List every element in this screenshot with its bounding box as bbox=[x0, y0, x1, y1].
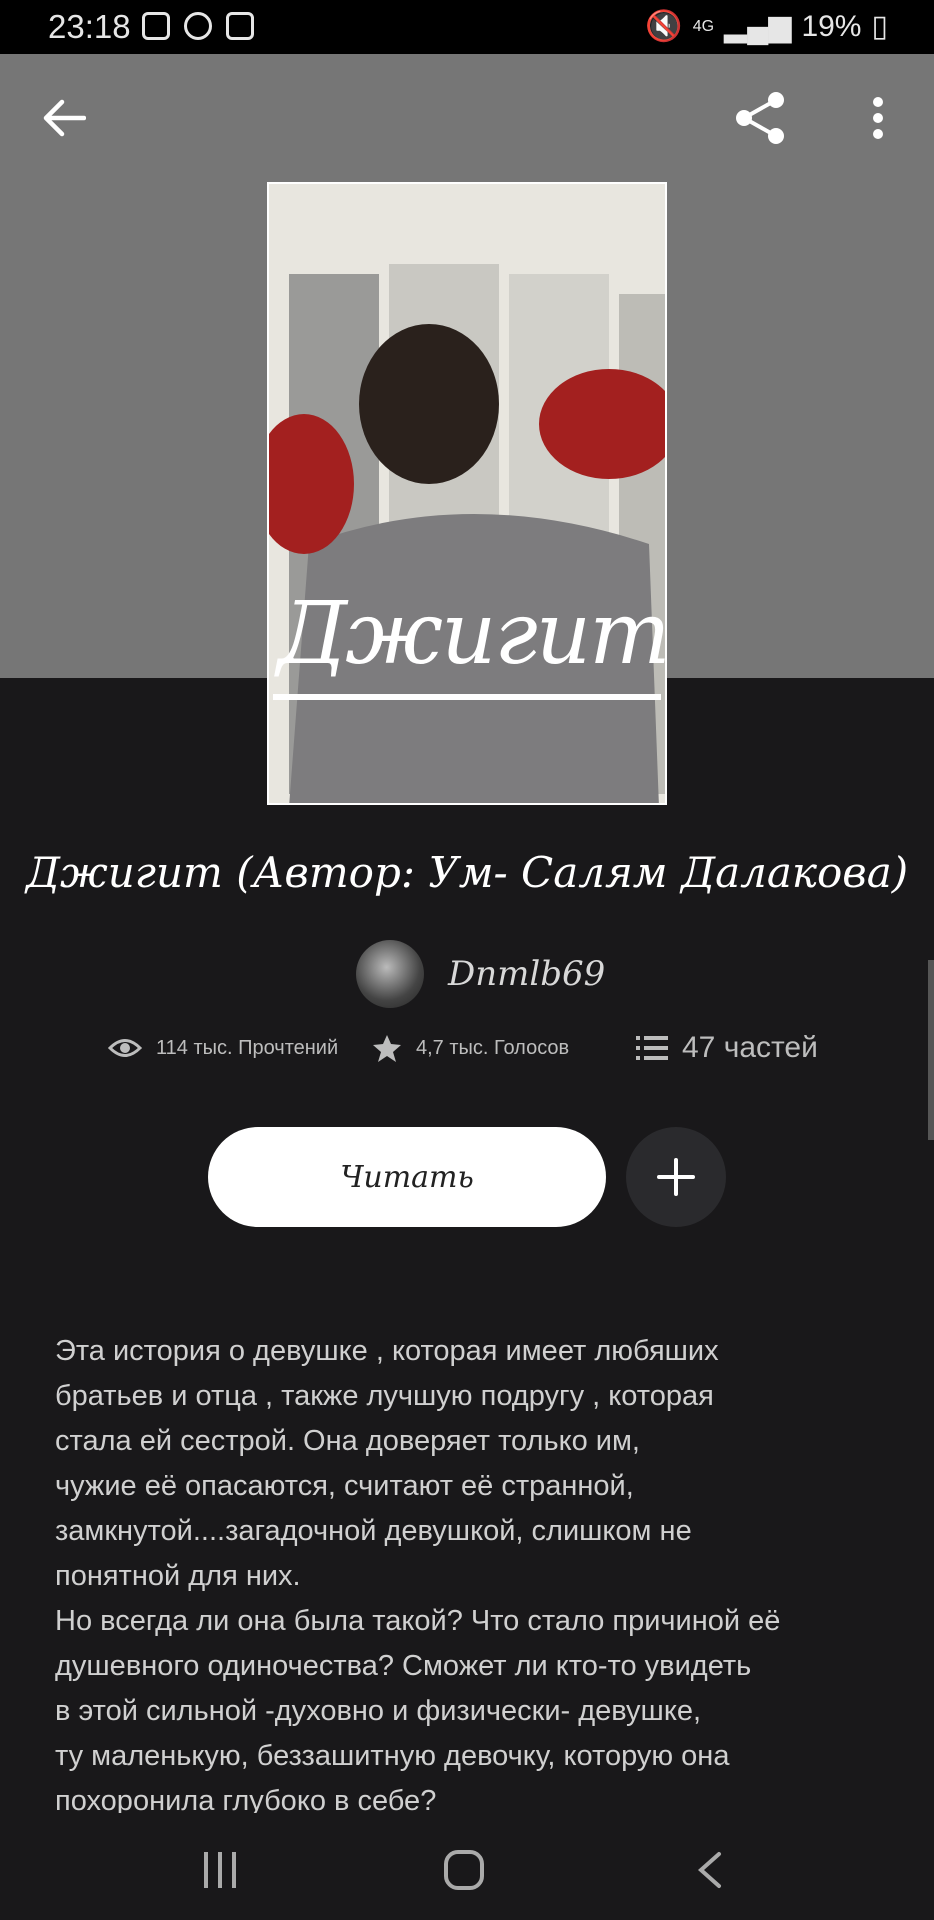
read-button[interactable]: Читать bbox=[208, 1127, 606, 1227]
description-line: Эта история о девушке , которая имеет лю… bbox=[55, 1335, 719, 1367]
parts-stat[interactable]: 47 частей bbox=[636, 1031, 818, 1065]
parts-count[interactable]: 47 частей bbox=[682, 1031, 818, 1065]
votes-count: 4,7 тыс. Голосов bbox=[416, 1036, 570, 1059]
download-icon bbox=[184, 12, 212, 40]
reads-stat: 114 тыс. Прочтений bbox=[108, 1037, 338, 1060]
description-line: Но всегда ли она была такой? Что стало п… bbox=[55, 1605, 781, 1637]
star-icon bbox=[373, 1035, 401, 1062]
image-icon bbox=[142, 12, 170, 40]
home-icon bbox=[444, 1850, 484, 1890]
reads-count: 114 тыс. Прочтений bbox=[156, 1036, 339, 1059]
author-link[interactable]: Dnmlb69 bbox=[356, 940, 605, 1008]
plus-icon bbox=[657, 1158, 695, 1196]
cover-title: Джигит bbox=[277, 584, 667, 684]
share-button[interactable] bbox=[730, 88, 790, 148]
author-name[interactable]: Dnmlb69 bbox=[448, 954, 605, 994]
description-line: стала ей сестрой. Она доверяет только им… bbox=[55, 1425, 640, 1457]
description-line: душевного одиночества? Сможет ли кто-то … bbox=[55, 1650, 752, 1682]
battery-icon: ▯ bbox=[871, 10, 888, 43]
recent-apps-icon bbox=[204, 1852, 236, 1888]
mute-icon: 🔇 bbox=[645, 10, 683, 43]
list-icon bbox=[636, 1036, 668, 1060]
signal-icon: ▂▄▆ bbox=[724, 10, 792, 43]
cover-image bbox=[269, 184, 665, 803]
home-button[interactable] bbox=[434, 1842, 494, 1898]
votes-stat: 4,7 тыс. Голосов bbox=[372, 1033, 569, 1063]
back-arrow-icon bbox=[43, 99, 86, 137]
status-time: 23:18 bbox=[48, 8, 131, 45]
share-icon bbox=[736, 92, 784, 144]
add-to-library-button[interactable] bbox=[626, 1127, 726, 1227]
description-line: замкнутой....загадочной девушкой, слишко… bbox=[55, 1515, 692, 1547]
more-options-button[interactable] bbox=[848, 88, 908, 148]
book-cover[interactable]: Джигит bbox=[267, 182, 667, 805]
network-type: 4G bbox=[692, 17, 715, 35]
story-title: Джигит (Автор: Ум- Салям Далакова) bbox=[25, 848, 909, 897]
more-vert-icon bbox=[873, 97, 883, 139]
description-line: чужие её опасаются, считают её странной, bbox=[55, 1470, 634, 1502]
battery-percent: 19% bbox=[801, 9, 862, 43]
back-nav-button[interactable] bbox=[680, 1842, 740, 1898]
system-nav-bar bbox=[0, 1820, 934, 1920]
story-description: Эта история о девушке , которая имеет лю… bbox=[55, 1329, 885, 1813]
cover-divider bbox=[273, 694, 661, 700]
description-line: братьев и отца , также лучшую подругу , … bbox=[55, 1380, 714, 1412]
eye-icon bbox=[108, 1039, 142, 1057]
recent-apps-button[interactable] bbox=[190, 1842, 250, 1898]
description-line: похоронила глубоко в себе? bbox=[55, 1785, 437, 1813]
description-line: ту маленькую, беззашитную девочку, котор… bbox=[55, 1740, 730, 1772]
avatar[interactable] bbox=[356, 940, 424, 1008]
description-line: в этой сильной -духовно и физически- дев… bbox=[55, 1695, 702, 1727]
scrollbar[interactable] bbox=[928, 960, 934, 1140]
back-chevron-icon bbox=[697, 1852, 721, 1888]
status-bar: 23:18 🔇 4G ▂▄▆ 19% ▯ bbox=[0, 0, 934, 54]
description-line: понятной для них. bbox=[55, 1560, 301, 1592]
back-button[interactable] bbox=[34, 88, 94, 148]
wifi-icon bbox=[226, 12, 254, 40]
